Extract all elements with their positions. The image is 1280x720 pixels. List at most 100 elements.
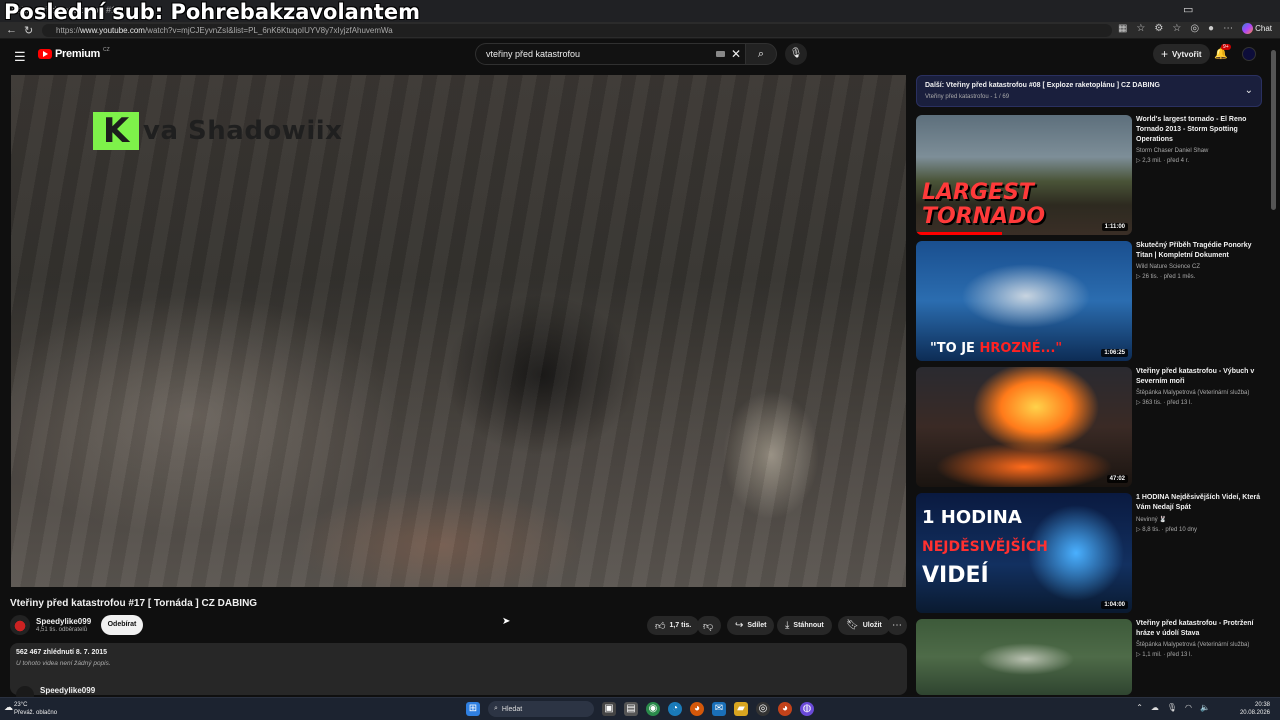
volume-icon[interactable]: 🔈 (1200, 703, 1210, 712)
chrome-icon[interactable]: ◉ (646, 702, 660, 716)
recommended-video[interactable]: "TO JE HROZNÉ..." 1:06:25 Skutečný Příbě… (916, 241, 1266, 361)
mail-icon[interactable]: ✉ (712, 702, 726, 716)
channel-avatar[interactable] (10, 615, 30, 635)
view-stats: 562 467 zhlédnutí 8. 7. 2015 (16, 649, 108, 656)
system-tray: ⌃ ☁ 🎙 ◠ 🔈 (1136, 703, 1210, 712)
recommended-title: World's largest tornado - El Reno Tornad… (1136, 116, 1247, 143)
taskbar-search[interactable]: ⌕ Hledat (488, 701, 594, 717)
app-icon[interactable]: ◎ (756, 702, 770, 716)
description-text: U tohoto videa není žádný popis. (16, 660, 111, 667)
recommended-views: ▷ 2,3 mil. · před 4 r. (1136, 158, 1189, 164)
thumbs-up-icon: 👍︎ (655, 620, 666, 632)
video-thumbnail[interactable] (916, 619, 1132, 695)
voice-search-icon[interactable]: 🎙 (785, 43, 807, 65)
mic-icon[interactable]: 🎙 (1167, 703, 1177, 712)
dislike-button[interactable]: 👎︎ (697, 616, 721, 635)
more-actions-button[interactable]: ⋯ (887, 616, 907, 635)
video-thumbnail[interactable]: 1 HODINA NEJDĚSIVĚJŠÍCH VIDEÍ 1:04:00 (916, 493, 1132, 613)
youtube-play-icon (38, 49, 52, 59)
share-button[interactable]: ↪ Sdílet (727, 616, 775, 635)
clock[interactable]: 20:38 20.08.2026 (1240, 701, 1270, 717)
recommended-title: Skutečný Příběh Tragédie Ponorky Titan |… (1136, 242, 1252, 259)
copilot-icon[interactable]: ◎ (1190, 23, 1199, 34)
like-button[interactable]: 👍︎ 1,7 tis. (647, 616, 700, 635)
video-thumbnail[interactable]: "TO JE HROZNÉ..." 1:06:25 (916, 241, 1132, 361)
video-duration: 1:06:25 (1101, 349, 1128, 357)
reload-icon[interactable]: ↻ (24, 24, 33, 37)
download-button[interactable]: ⤓ Stáhnout (777, 616, 832, 635)
keyboard-icon[interactable] (716, 51, 725, 57)
more-icon[interactable]: ⋯ (1223, 23, 1233, 34)
extensions-icon[interactable]: ▦ (1118, 23, 1127, 34)
file-explorer-icon[interactable]: ▰ (734, 702, 748, 716)
chevron-up-icon[interactable]: ⌃ (1136, 703, 1143, 712)
search-button[interactable]: ⌕ (745, 43, 777, 65)
create-button[interactable]: + Vytvořit (1153, 44, 1210, 64)
minimize-icon[interactable]: ▭ (1183, 3, 1193, 16)
recommended-channel: Štěpánka Malypetrová (Veterinární služba… (1136, 390, 1250, 396)
video-thumbnail[interactable]: LARGEST TORNADO 1:11:00 (916, 115, 1132, 235)
channel-name[interactable]: Speedylike099 (36, 617, 91, 626)
thumbs-down-icon: 👎︎ (703, 620, 714, 632)
description-box[interactable]: 562 467 zhlédnutí 8. 7. 2015 U tohoto vi… (10, 643, 907, 695)
task-view-icon[interactable]: ▣ (602, 702, 616, 716)
youtube-logo[interactable]: Premium CZ (38, 47, 110, 60)
subscribe-button[interactable]: Odebírat (101, 615, 143, 635)
recommended-views: ▷ 8,8 tis. · před 10 dny (1136, 527, 1198, 533)
recommended-video[interactable]: 1 HODINA NEJDĚSIVĚJŠÍCH VIDEÍ 1:04:00 1 … (916, 493, 1266, 613)
video-duration: 47:02 (1106, 475, 1128, 483)
account-avatar[interactable] (1242, 47, 1256, 61)
recommended-title: 1 HODINA Nejděsivějších Videí, Která Vám… (1136, 494, 1261, 511)
search-icon: ⌕ (494, 705, 498, 712)
video-thumbnail[interactable]: 47:02 (916, 367, 1132, 487)
recommended-channel: Štěpánka Malypetrová (Veterinární služba… (1136, 642, 1250, 648)
copilot-chat-icon (1242, 23, 1254, 34)
firefox-alt-icon[interactable]: ◕ (778, 702, 792, 716)
recommended-channel: Wild Nature Science CZ (1136, 264, 1201, 270)
subscriber-count: 4,51 tis. odběratelů (36, 627, 88, 633)
video-frame (11, 75, 906, 587)
bookmark-icon: 🔖︎ (846, 620, 859, 631)
recommended-channel: Storm Chaser Daniel Shaw (1136, 148, 1209, 154)
weather-cloud-icon: ☁ (4, 702, 13, 712)
stream-overlay-title: Poslední sub: Pohrebakzavolantem (4, 0, 420, 24)
recommended-video[interactable]: LARGEST TORNADO 1:11:00 World's largest … (916, 115, 1266, 235)
edge-icon[interactable]: ◔ (668, 702, 682, 716)
url-field[interactable]: https://www.youtube.com/watch?v=mjCJEyvn… (42, 24, 1112, 37)
firefox-icon[interactable]: ◕ (690, 702, 704, 716)
discord-icon[interactable]: ◍ (800, 702, 814, 716)
widgets-icon[interactable]: ▤ (624, 702, 638, 716)
page-scrollbar[interactable] (1271, 50, 1276, 210)
notifications-icon[interactable]: 🔔 9+ (1214, 44, 1231, 60)
collections-icon[interactable]: ☆ (1172, 23, 1181, 34)
chat-button[interactable]: Chat (1242, 23, 1272, 34)
save-button[interactable]: 🔖︎ Uložit (838, 616, 890, 635)
weather-widget[interactable]: ☁ 23°C Převáž. oblačno (4, 701, 57, 717)
back-icon[interactable]: ← (6, 24, 17, 36)
start-icon[interactable]: ⊞ (466, 702, 480, 716)
playlist-next-panel[interactable]: Další: Vteřiny před katastrofou #08 [ Ex… (916, 75, 1262, 107)
search-box: ✕ (475, 43, 745, 65)
mouse-cursor-icon: ➤ (502, 616, 511, 627)
settings-icon[interactable]: ⚙ (1154, 23, 1163, 34)
download-icon: ⤓ (785, 620, 790, 631)
cloud-icon[interactable]: ☁ (1151, 703, 1159, 712)
recommended-views: ▷ 363 tis. · před 13 l. (1136, 400, 1193, 406)
comment-author[interactable]: Speedylike099 (40, 686, 95, 695)
recommended-video[interactable]: 47:02 Vteřiny před katastrofou - Výbuch … (916, 367, 1266, 487)
video-duration: 1:11:00 (1101, 223, 1128, 231)
recommended-video[interactable]: Vteřiny před katastrofou - Protržení hrá… (916, 619, 1266, 695)
clear-search-icon[interactable]: ✕ (731, 47, 741, 61)
search-input[interactable] (476, 44, 706, 64)
chevron-down-icon[interactable]: ⌄ (1245, 85, 1253, 96)
video-title: Vteřiny před katastrofou #17 [ Tornáda ]… (10, 598, 258, 609)
profile-icon[interactable]: ● (1208, 23, 1214, 34)
share-icon: ↪ (735, 620, 744, 631)
recommended-views: ▷ 26 tis. · před 1 měs. (1136, 274, 1196, 280)
favorite-icon[interactable]: ☆ (1136, 23, 1145, 34)
playlist-position: Vteřiny před katastrofou - 1 / 69 (925, 94, 1010, 100)
video-player[interactable]: K va Shadowiix (11, 75, 906, 587)
recommended-title: Vteřiny před katastrofou - Výbuch v Seve… (1136, 368, 1255, 385)
menu-icon[interactable]: ☰ (14, 49, 26, 65)
wifi-icon[interactable]: ◠ (1185, 703, 1192, 712)
